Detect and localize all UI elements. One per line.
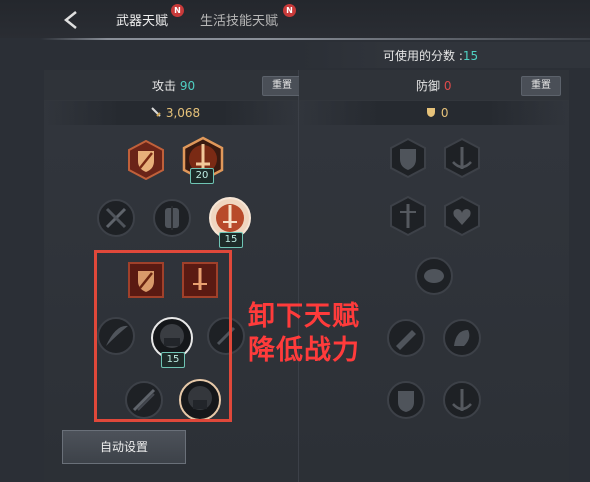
- talent-node-def-shield[interactable]: [388, 137, 428, 182]
- def-blade-icon: [387, 319, 425, 357]
- attack-reset-button[interactable]: 重置: [262, 76, 302, 96]
- talent-node-def-sword-shield[interactable]: [388, 195, 428, 240]
- talent-node-def-heart-shield[interactable]: [442, 195, 482, 240]
- shield-crest-icon: [128, 139, 164, 181]
- def-sword-shield-icon: [390, 195, 426, 237]
- column-divider: [298, 70, 299, 482]
- auto-setup-button[interactable]: 自动设置: [62, 430, 186, 464]
- attack-stat-value: 3,068: [165, 106, 201, 120]
- tab-underline: [40, 38, 590, 40]
- def-badge-icon: [415, 257, 453, 295]
- talent-node-def-gauntlet[interactable]: [442, 318, 482, 362]
- defense-stat-value: 0: [440, 106, 449, 120]
- sword-wing-level: 15: [219, 232, 243, 248]
- tab-weapon-talent-badge: N: [171, 4, 184, 17]
- defense-title: 防御 0: [416, 77, 451, 94]
- defense-points: 0: [443, 79, 452, 93]
- talent-node-def-anchor[interactable]: [442, 137, 482, 182]
- tab-life-skill-talent[interactable]: 生活技能天赋: [200, 10, 278, 29]
- annotation-text: 卸下天赋 降低战力: [248, 300, 360, 368]
- crossed-swords-icon: [97, 199, 135, 237]
- available-points: 可使用的分数 :15: [383, 47, 478, 64]
- def-gauntlet-icon: [443, 319, 481, 357]
- talent-node-crest-sword[interactable]: 20: [180, 136, 226, 186]
- defense-reset-button[interactable]: 重置: [521, 76, 561, 96]
- talent-node-def-blade[interactable]: [386, 318, 426, 362]
- talent-node-crossed-swords[interactable]: [96, 198, 136, 242]
- top-bar: [0, 0, 590, 38]
- shield-stat-icon: [427, 108, 435, 117]
- talent-node-def-badge[interactable]: [414, 256, 454, 300]
- attack-title: 攻击 90: [152, 77, 195, 94]
- talent-node-def-anchor-2[interactable]: [442, 380, 482, 424]
- tab-weapon-talent[interactable]: 武器天赋: [116, 10, 168, 29]
- annotation-highlight-box: [94, 250, 232, 422]
- attack-label: 攻击: [152, 79, 177, 93]
- sword-stat-icon: [151, 107, 161, 117]
- def-shield-icon: [390, 137, 426, 179]
- armor-icon: [153, 199, 191, 237]
- def-anchor-icon: [443, 381, 481, 419]
- back-button[interactable]: [58, 8, 84, 32]
- available-points-value: 15: [462, 49, 479, 63]
- attack-stat: 3,068: [150, 106, 200, 120]
- defense-stat: 0: [425, 106, 448, 120]
- def-heart-shield-icon: [444, 195, 480, 237]
- talent-node-def-tower-shield[interactable]: [386, 380, 426, 424]
- crest-sword-level: 20: [190, 168, 214, 184]
- available-points-label: 可使用的分数 :: [383, 49, 463, 63]
- talent-node-armor[interactable]: [152, 198, 192, 242]
- def-tower-shield-icon: [387, 381, 425, 419]
- tab-life-skill-talent-badge: N: [283, 4, 296, 17]
- attack-points: 90: [179, 79, 196, 93]
- annotation-line-2: 降低战力: [248, 335, 360, 366]
- defense-label: 防御: [416, 79, 441, 93]
- back-arrow-icon: [63, 11, 77, 29]
- talent-node-sword-wing[interactable]: 15: [208, 196, 252, 248]
- annotation-line-1: 卸下天赋: [248, 301, 360, 332]
- talent-node-shield-crest[interactable]: [126, 139, 166, 184]
- def-anchor-icon: [444, 137, 480, 179]
